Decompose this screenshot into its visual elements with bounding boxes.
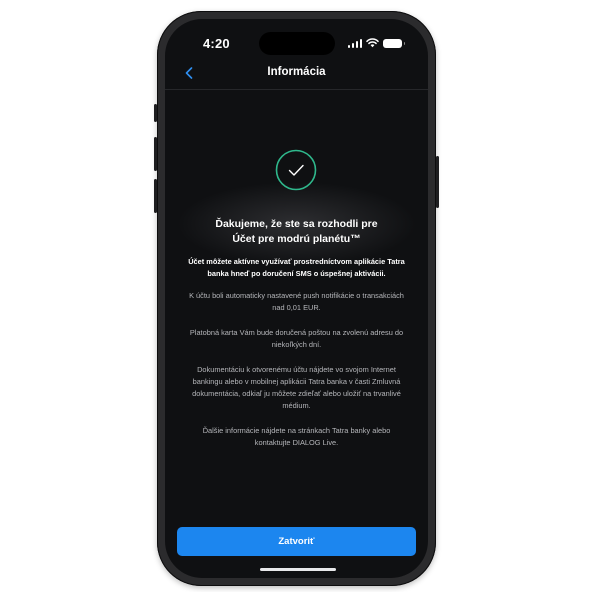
documentation-paragraph: Dokumentáciu k otvorenému účtu nájdete v… [179, 364, 414, 412]
paragraph-line: dokumentácia, odkiaľ ju môžete zdieľať a… [192, 389, 401, 398]
paragraph-line: banka hneď po doručení SMS o úspešnej ak… [207, 269, 386, 278]
paragraph-line: médium. [282, 401, 311, 410]
paragraph-line: nad 0,01 EUR. [272, 303, 321, 312]
volume-down-button [154, 179, 157, 213]
heading-line: Ďakujeme, že ste sa rozhodli pre [215, 218, 378, 230]
screen: 4:20 Informácia Ďakujeme, že ste sa rozh… [165, 19, 428, 578]
paragraph-line: kontaktujte DIALOG Live. [254, 438, 339, 447]
paragraph-line: Platobná karta Vám bude doručená poštou … [189, 328, 404, 337]
phone-frame: 4:20 Informácia Ďakujeme, že ste sa rozh… [154, 11, 439, 586]
dynamic-island [259, 32, 335, 55]
notifications-paragraph: K účtu boli automaticky nastavené push n… [179, 290, 414, 314]
paragraph-line: Ďalšie informácie nájdete na stránkach T… [202, 426, 391, 435]
paragraph-line: Účet môžete aktívne využívať prostredníc… [188, 257, 405, 266]
page-title: Informácia [267, 66, 326, 78]
battery-icon [383, 38, 405, 48]
cellular-signal-icon [347, 38, 362, 48]
paragraph-line: Dokumentáciu k otvorenému účtu nájdete v… [197, 365, 396, 374]
heading-line: Účet pre modrú planétu™ [232, 232, 361, 245]
navigation-bar: Informácia [165, 59, 428, 90]
action-button [154, 104, 157, 122]
close-button[interactable]: Zatvoriť [177, 527, 416, 556]
paragraph-line: niekoľkých dní. [271, 340, 322, 349]
success-heading: Ďakujeme, že ste sa rozhodli pre Účet pr… [185, 217, 408, 246]
wifi-icon [366, 38, 379, 48]
more-info-paragraph: Ďalšie informácie nájdete na stránkach T… [179, 425, 414, 449]
checkmark-circle-icon [275, 149, 317, 191]
card-delivery-paragraph: Platobná karta Vám bude doručená poštou … [179, 327, 414, 351]
intro-paragraph: Účet môžete aktívne využívať prostredníc… [179, 256, 414, 280]
success-indicator [275, 149, 317, 191]
status-bar: 4:20 [165, 19, 428, 59]
status-icons [347, 37, 405, 49]
power-button [436, 156, 439, 208]
paragraph-line: K účtu boli automaticky nastavené push n… [189, 291, 404, 300]
volume-up-button [154, 137, 157, 171]
status-time: 4:20 [203, 36, 230, 51]
paragraph-line: bankingu alebo v mobilnej aplikácii Tatr… [192, 377, 401, 386]
home-indicator[interactable] [260, 568, 336, 571]
